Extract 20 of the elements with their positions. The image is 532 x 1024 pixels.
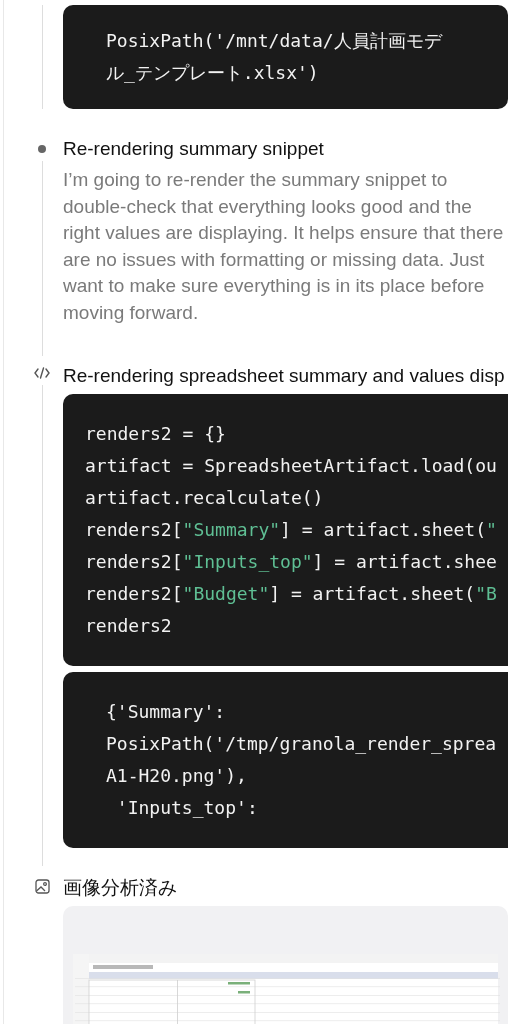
image-icon [34,879,50,894]
code-line: renders2["Budget"] = artifact.sheet("B [85,582,498,606]
code-icon [34,367,50,379]
code-line: A1-H20.png'), [106,764,248,788]
step-title: Re-rendering spreadsheet summary and values disp [63,364,506,388]
code-line: {'Summary': [106,700,227,724]
step-text: I’m going to re-render the summary snippet to double-check that everything looks good and the right values are displaying. It helps ensure that there are no issues with formatting or missing data. Just want to make sure everything is in its place before moving forward. [63,168,505,325]
code-line: renders2["Inputs_top"] = artifact.shee [85,550,498,574]
bullet-icon [38,145,46,153]
code-line: renders2 = {} [85,422,227,446]
code-line: renders2 [85,614,173,638]
code-line: artifact.recalculate() [85,486,325,510]
code-line: ル_テンプレート.xlsx') [106,61,320,85]
code-line: renders2["Summary"] = artifact.sheet(" [85,518,498,542]
code-line: artifact = SpreadsheetArtifact.load(ou [85,454,498,478]
step-title: 画像分析済み [63,876,178,900]
code-line: PosixPath('/mnt/data/人員計画モデ [106,29,444,53]
step-title: Re-rendering summary snippet [63,137,325,161]
code-line: 'Inputs_top': [115,796,259,820]
code-line: PosixPath('/tmp/granola_render_sprea [106,732,498,756]
